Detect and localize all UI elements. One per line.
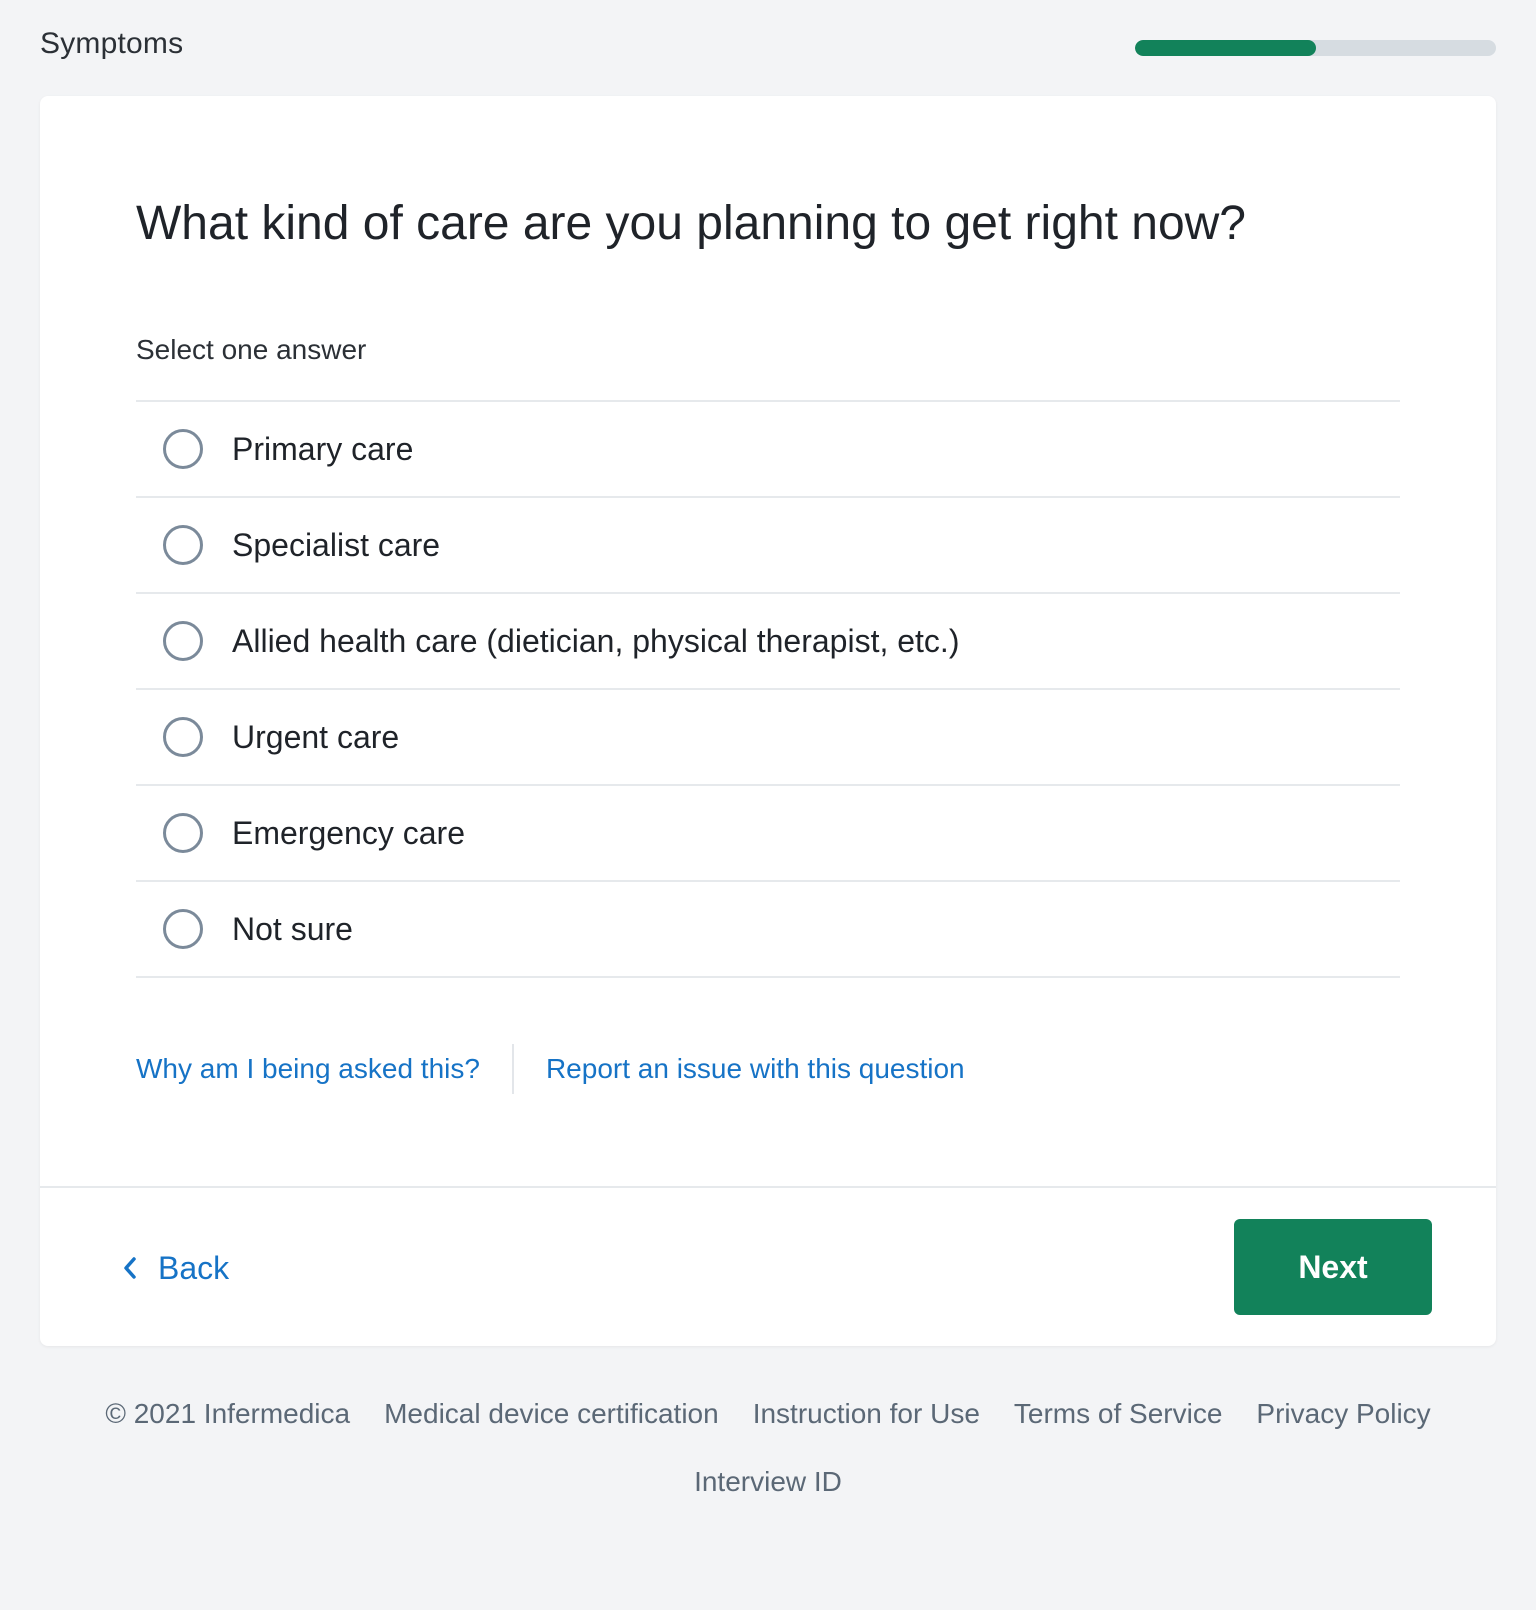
- answer-option-label: Emergency care: [232, 814, 465, 851]
- progress-bar: [1135, 40, 1496, 56]
- question-card: What kind of care are you planning to ge…: [40, 96, 1496, 1346]
- answer-option-label: Not sure: [232, 910, 353, 947]
- answer-option-emergency-care[interactable]: Emergency care: [136, 786, 1400, 882]
- back-button-label: Back: [158, 1249, 230, 1286]
- next-button[interactable]: Next: [1234, 1219, 1432, 1315]
- answer-option-primary-care[interactable]: Primary care: [136, 402, 1400, 498]
- answer-option-not-sure[interactable]: Not sure: [136, 882, 1400, 978]
- why-asked-link[interactable]: Why am I being asked this?: [136, 1053, 480, 1085]
- back-button[interactable]: Back: [116, 1240, 229, 1296]
- answer-option-label: Specialist care: [232, 526, 441, 563]
- answer-options: Primary care Specialist care Allied heal…: [136, 400, 1400, 978]
- card-navigation: Back Next: [40, 1186, 1496, 1346]
- radio-button[interactable]: [163, 909, 203, 949]
- report-issue-link[interactable]: Report an issue with this question: [546, 1053, 965, 1085]
- answer-option-specialist-care[interactable]: Specialist care: [136, 498, 1400, 594]
- answer-option-urgent-care[interactable]: Urgent care: [136, 690, 1400, 786]
- help-links: Why am I being asked this? Report an iss…: [136, 1044, 965, 1094]
- radio-button[interactable]: [163, 717, 203, 757]
- radio-button[interactable]: [163, 429, 203, 469]
- progress-bar-fill: [1135, 40, 1316, 56]
- answer-option-label: Urgent care: [232, 718, 400, 755]
- page: Symptoms What kind of care are you plann…: [0, 0, 1536, 1610]
- chevron-left-icon: [116, 1254, 144, 1282]
- top-bar: Symptoms: [40, 0, 1496, 96]
- footer-link-terms-of-service[interactable]: Terms of Service: [1014, 1398, 1223, 1430]
- radio-button[interactable]: [163, 525, 203, 565]
- footer-link-instruction-for-use[interactable]: Instruction for Use: [753, 1398, 980, 1430]
- radio-button[interactable]: [163, 621, 203, 661]
- help-links-divider: [511, 1044, 514, 1094]
- question-title: What kind of care are you planning to ge…: [136, 197, 1246, 250]
- radio-button[interactable]: [163, 813, 203, 853]
- footer-links: © 2021 Infermedica Medical device certif…: [0, 1394, 1536, 1434]
- answer-option-allied-health-care[interactable]: Allied health care (dietician, physical …: [136, 594, 1400, 690]
- section-title: Symptoms: [40, 27, 184, 60]
- answer-option-label: Allied health care (dietician, physical …: [232, 622, 960, 659]
- copyright-text: © 2021 Infermedica: [105, 1398, 351, 1429]
- answer-option-label: Primary care: [232, 430, 414, 467]
- footer-link-medical-device-certification[interactable]: Medical device certification: [384, 1398, 719, 1430]
- interview-id-link[interactable]: Interview ID: [0, 1466, 1536, 1498]
- answer-instructions: Select one answer: [136, 334, 367, 365]
- footer-link-privacy-policy[interactable]: Privacy Policy: [1256, 1398, 1430, 1430]
- site-footer: © 2021 Infermedica Medical device certif…: [0, 1394, 1536, 1498]
